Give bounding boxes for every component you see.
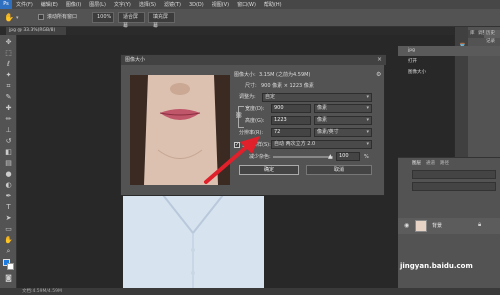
history-brush-tool-icon[interactable]: ↺ (3, 136, 14, 146)
reduce-noise-unit: % (364, 154, 369, 160)
eraser-tool-icon[interactable]: ◧ (3, 147, 14, 157)
shirt-collar-graphic (162, 194, 224, 288)
menu-bar: Ps 文件(F) 编辑(E) 图像(I) 图层(L) 文字(Y) 选择(S) 滤… (0, 0, 500, 9)
blur-tool-icon[interactable]: ● (3, 169, 14, 179)
width-input[interactable]: 900 (271, 104, 311, 113)
height-unit-select[interactable]: 像素 (314, 116, 372, 125)
visibility-eye-icon[interactable]: ◉ (404, 222, 409, 229)
image-size-value: 3.15M (之前为4.59M) (259, 72, 311, 78)
dialog-title: 图像大小 (121, 55, 386, 65)
red-arrow-annotation (204, 136, 260, 184)
options-bar: ✋ ▾ 滚动所有窗口 100% 适合屏幕 填充屏幕 (0, 9, 500, 29)
layer-filter-bar[interactable] (412, 170, 496, 179)
layer-name: 背景 (432, 223, 443, 229)
width-label: 宽度(D): (245, 106, 265, 112)
cancel-button[interactable]: 取消 (306, 165, 372, 175)
lasso-tool-icon[interactable]: ℓ (3, 59, 14, 69)
menu-item-layer[interactable]: 图层(L) (85, 1, 110, 8)
menu-item-filter[interactable]: 滤镜(T) (160, 1, 185, 8)
height-input[interactable]: 1223 (271, 116, 311, 125)
dimensions-value: 900 像素 × 1223 像素 (261, 83, 314, 89)
zoom-tool-icon[interactable]: ⌕ (3, 246, 14, 256)
photo-shirt-area (123, 194, 264, 288)
resolution-input[interactable]: 72 (271, 128, 311, 137)
height-label: 高度(G): (245, 118, 265, 124)
history-item-open[interactable]: 打开 (398, 57, 500, 67)
menu-item-image[interactable]: 图像(I) (62, 1, 85, 8)
menu-item-type[interactable]: 文字(Y) (110, 1, 135, 8)
zoom-100-button[interactable]: 100% (92, 12, 114, 23)
pen-tool-icon[interactable]: ✒ (3, 191, 14, 201)
dimensions-label: 尺寸: (245, 83, 257, 89)
clone-stamp-tool-icon[interactable]: ⊥ (3, 125, 14, 135)
resolution-unit-select[interactable]: 像素/英寸 (314, 128, 372, 137)
gear-icon[interactable]: ⚙ (376, 71, 381, 78)
menu-item-help[interactable]: 帮助(H) (260, 1, 286, 8)
background-color-swatch[interactable] (7, 263, 14, 270)
chain-link-icon[interactable]: ⛓ (235, 112, 243, 119)
tab-channels[interactable]: 通道 (426, 160, 435, 166)
tab-history[interactable]: 历史记录 (484, 30, 500, 44)
history-item-image-size[interactable]: 图像大小 (398, 68, 500, 78)
reduce-noise-slider[interactable] (273, 156, 333, 158)
fit-to-select[interactable]: 自定 (262, 93, 372, 102)
menu-item-edit[interactable]: 编辑(E) (37, 1, 62, 8)
reduce-noise-input[interactable]: 100 (336, 152, 360, 161)
menu-item-select[interactable]: 选择(S) (135, 1, 160, 8)
document-tab[interactable]: jpg @ 33.3%(RGB/8) (6, 27, 66, 35)
magic-wand-tool-icon[interactable]: ✦ (3, 70, 14, 80)
shape-tool-icon[interactable]: ▭ (3, 224, 14, 234)
layer-row-background[interactable]: ◉ 背景 🔒︎ (398, 218, 500, 234)
fill-screen-button[interactable]: 填充屏幕 (148, 12, 175, 29)
menu-item-view[interactable]: 视图(V) (208, 1, 233, 8)
menu-item-file[interactable]: 文件(F) (12, 1, 37, 8)
brush-tool-icon[interactable]: ✏ (3, 114, 14, 124)
type-tool-icon[interactable]: T (3, 202, 14, 212)
move-tool-icon[interactable]: ✥ (3, 37, 14, 47)
quick-mask-icon[interactable]: ◙ (3, 273, 14, 283)
lock-icon: 🔒︎ (478, 221, 482, 228)
marquee-tool-icon[interactable]: ⬚ (3, 48, 14, 58)
close-icon[interactable]: × (377, 56, 382, 63)
hand-tool-sidebar-icon[interactable]: ✋ (3, 235, 14, 245)
menu-item-window[interactable]: 窗口(W) (233, 1, 260, 8)
dropdown-icon[interactable]: ▾ (16, 15, 19, 21)
tab-paths[interactable]: 路径 (440, 160, 449, 166)
eyedropper-tool-icon[interactable]: ✎ (3, 92, 14, 102)
tab-layers[interactable]: 图层 (412, 160, 421, 166)
scroll-all-windows-checkbox[interactable] (38, 14, 44, 20)
healing-brush-tool-icon[interactable]: ✚ (3, 103, 14, 113)
scroll-all-windows-label: 滚动所有窗口 (47, 14, 78, 20)
width-unit-select[interactable]: 像素 (314, 104, 372, 113)
menu-item-3d[interactable]: 3D(D) (185, 2, 208, 8)
image-size-label: 图像大小: (234, 72, 256, 78)
crop-tool-icon[interactable]: ⌗ (3, 81, 14, 91)
fit-to-label: 调整为: (239, 94, 256, 100)
path-selection-tool-icon[interactable]: ➤ (3, 213, 14, 223)
watermark-logo-text: jingyan.baidu.com (400, 262, 473, 270)
blend-mode-select[interactable] (412, 182, 496, 191)
history-item-snapshot[interactable]: jpg (398, 46, 500, 56)
hand-tool-icon[interactable]: ✋ (4, 13, 14, 22)
gradient-tool-icon[interactable]: ▤ (3, 158, 14, 168)
tools-panel: ✥ ⬚ ℓ ✦ ⌗ ✎ ✚ ✏ ⊥ ↺ ◧ ▤ ● ◐ ✒ T ➤ ▭ ✋ ⌕ … (0, 35, 17, 290)
history-list: jpg 打开 图像大小 (398, 46, 500, 80)
baidu-watermark: jingyan.baidu.com (400, 262, 498, 286)
photoshop-logo-icon: Ps (0, 0, 12, 9)
status-bar: 文档:4.59M/4.59M (0, 288, 500, 295)
slider-handle-icon[interactable]: ▲ (328, 153, 333, 160)
fit-screen-button[interactable]: 适合屏幕 (118, 12, 145, 29)
resample-method-select[interactable]: 自动 两次立方 2.0 (271, 140, 372, 149)
layer-thumbnail (415, 220, 427, 232)
dodge-tool-icon[interactable]: ◐ (3, 180, 14, 190)
